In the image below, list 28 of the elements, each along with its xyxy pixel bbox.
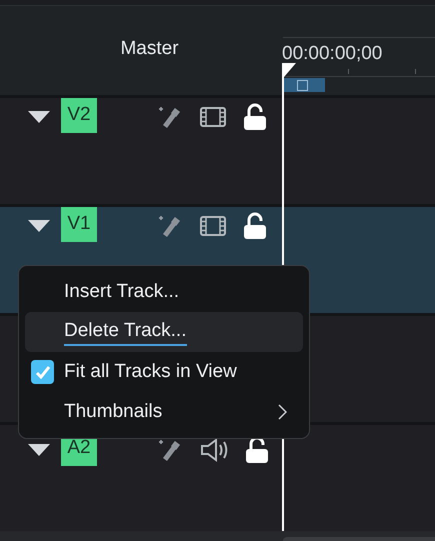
sequence-title: Master	[120, 37, 179, 62]
menu-item-label: Insert Track...	[64, 280, 180, 304]
wand-icon[interactable]	[157, 213, 183, 239]
menu-item-label: Fit all Tracks in View	[64, 360, 237, 384]
unlocked-padlock-icon[interactable]	[245, 436, 269, 464]
menu-item-label: Delete Track...	[64, 318, 186, 346]
wand-icon[interactable]	[157, 104, 183, 130]
checkmark-icon	[34, 365, 50, 379]
film-strip-icon[interactable]	[199, 214, 227, 238]
track-row[interactable]: V2	[0, 95, 435, 204]
track-name-label: V1	[61, 207, 97, 242]
checkbox[interactable]	[31, 360, 54, 384]
unlocked-padlock-icon[interactable]	[243, 212, 267, 240]
track-name-label: V2	[61, 98, 97, 133]
clip-bar[interactable]	[283, 78, 325, 92]
unlocked-padlock-icon[interactable]	[243, 103, 267, 131]
collapse-triangle-icon[interactable]	[28, 111, 50, 123]
menu-item-label: Thumbnails	[64, 400, 162, 424]
wand-icon[interactable]	[157, 437, 183, 463]
speaker-icon[interactable]	[199, 437, 229, 463]
film-strip-icon[interactable]	[199, 105, 227, 129]
menu-item[interactable]: Insert Track...	[25, 272, 303, 312]
menu-item[interactable]: Fit all Tracks in View	[25, 352, 303, 392]
timecode: 00:00:00;00	[282, 43, 384, 65]
chevron-right-icon	[278, 404, 287, 420]
menu-item[interactable]: Delete Track...	[25, 312, 303, 352]
collapse-triangle-icon[interactable]	[28, 220, 50, 232]
collapse-triangle-icon[interactable]	[28, 444, 50, 456]
